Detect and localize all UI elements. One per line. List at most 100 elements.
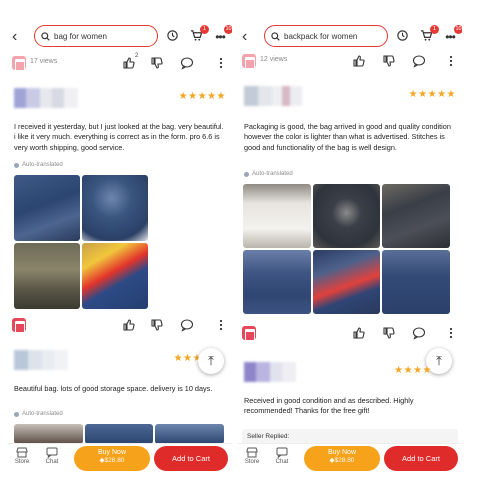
bottom-action-bar: Store Chat Buy Now ◆$28.80 Add to Cart — [8, 443, 232, 473]
reviewer-header: ★★★★ — [238, 360, 462, 386]
store-button[interactable]: Store — [10, 447, 34, 465]
right-phone-screen: ‹ backpack for women 1 ••• 10 12 views ★… — [238, 18, 462, 473]
cart-badge: 1 — [430, 25, 439, 34]
history-icon[interactable] — [164, 29, 180, 45]
kebab-menu-icon[interactable] — [214, 318, 228, 332]
review-photo[interactable] — [243, 184, 311, 248]
review-photo[interactable] — [312, 250, 381, 314]
reviewer-header: ★★★★★ — [8, 86, 232, 112]
cart-icon[interactable]: 1 — [188, 25, 209, 45]
history-icon[interactable] — [394, 29, 410, 45]
cart-icon[interactable]: 1 — [418, 25, 439, 45]
avatar — [14, 350, 78, 370]
thumbs-up-icon[interactable] — [352, 54, 366, 68]
buy-now-label: Buy Now — [327, 449, 356, 456]
auto-translated-label: Auto-translated — [244, 171, 293, 177]
rating-stars: ★★★★★ — [408, 89, 456, 100]
review-actions-top: 17 views 2 — [8, 53, 232, 75]
review-photos — [14, 424, 224, 444]
review-text: I received it yesterday, but I just look… — [14, 122, 224, 152]
thumbs-up-icon[interactable] — [122, 318, 136, 332]
chat-button[interactable]: Chat — [40, 447, 64, 465]
reviewer-header: ★★★★★ — [238, 84, 462, 110]
rating-stars: ★★★★ — [394, 365, 432, 376]
search-query: backpack for women — [284, 31, 358, 41]
auto-translated-text: Auto-translated — [22, 411, 63, 417]
store-icon — [242, 54, 256, 69]
buy-now-price: ◆$28.80 — [99, 457, 125, 464]
add-to-cart-button[interactable]: Add to Cart — [154, 446, 228, 471]
comment-icon[interactable] — [412, 54, 426, 68]
comment-icon[interactable] — [180, 56, 194, 70]
more-icon[interactable]: ••• 10 — [212, 25, 232, 45]
left-phone-screen: ‹ bag for women 1 ••• 10 17 views 2 ★★★★… — [8, 18, 232, 473]
store-label: Store — [14, 459, 30, 465]
comment-icon[interactable] — [412, 326, 426, 340]
cart-badge: 1 — [200, 25, 209, 34]
search-field[interactable]: backpack for women — [264, 25, 388, 47]
more-icon[interactable]: ••• 10 — [442, 25, 462, 45]
header: ‹ backpack for women 1 ••• 10 — [238, 24, 462, 50]
chat-icon — [276, 447, 288, 458]
kebab-menu-icon[interactable] — [214, 56, 228, 70]
review-photo[interactable] — [14, 175, 80, 241]
store-icon — [12, 318, 26, 333]
thumbs-up-icon[interactable]: 2 — [122, 53, 139, 70]
store-icon — [242, 326, 256, 341]
bottom-action-bar: Store Chat Buy Now ◆$28.80 Add to Cart — [238, 443, 462, 473]
chat-label: Chat — [275, 459, 289, 465]
auto-translated-label: Auto-translated — [14, 411, 63, 417]
add-to-cart-button[interactable]: Add to Cart — [384, 446, 458, 471]
comment-icon[interactable] — [180, 318, 194, 332]
kebab-menu-icon[interactable] — [444, 326, 458, 340]
like-count: 2 — [135, 53, 139, 59]
thumbs-up-icon[interactable] — [352, 326, 366, 340]
chat-button[interactable]: Chat — [270, 447, 294, 465]
thumbs-down-icon[interactable] — [150, 318, 164, 332]
thumbs-down-icon[interactable] — [150, 56, 164, 70]
more-badge: 10 — [454, 25, 462, 34]
store-icon — [12, 56, 26, 71]
chat-icon — [46, 447, 58, 458]
store-label: Store — [244, 459, 260, 465]
search-icon — [271, 31, 280, 41]
view-count: 12 views — [260, 56, 288, 63]
avatar — [14, 88, 78, 108]
buy-now-button[interactable]: Buy Now ◆$28.80 — [304, 446, 380, 471]
scroll-top-icon[interactable]: ⤒ — [198, 348, 224, 374]
back-arrow-icon[interactable]: ‹ — [12, 28, 26, 46]
review-text: Packaging is good, the bag arrived in go… — [244, 122, 451, 152]
review-photo[interactable] — [14, 424, 83, 444]
auto-translated-text: Auto-translated — [252, 171, 293, 177]
review-photo[interactable] — [382, 184, 450, 248]
avatar — [244, 362, 308, 382]
review-photo[interactable] — [155, 424, 224, 444]
search-field[interactable]: bag for women — [34, 25, 158, 47]
store-icon — [246, 447, 258, 458]
review-actions-top: 12 views — [238, 51, 462, 73]
search-icon — [41, 31, 50, 41]
review-photos — [14, 175, 148, 309]
review-photo[interactable] — [14, 243, 80, 309]
review-photo[interactable] — [382, 250, 450, 314]
avatar — [244, 86, 308, 106]
review-text: Received in good condition and as descri… — [244, 396, 414, 416]
review-photo[interactable] — [312, 184, 381, 248]
thumbs-down-icon[interactable] — [382, 326, 396, 340]
review-photo[interactable] — [84, 424, 154, 444]
kebab-menu-icon[interactable] — [444, 54, 458, 68]
review-photo[interactable] — [243, 250, 311, 314]
header: ‹ bag for women 1 ••• 10 — [8, 24, 232, 50]
store-icon — [16, 447, 28, 458]
more-badge: 10 — [224, 25, 232, 34]
auto-translated-text: Auto-translated — [22, 162, 63, 168]
buy-now-button[interactable]: Buy Now ◆$28.80 — [74, 446, 150, 471]
review-photo[interactable] — [82, 175, 148, 241]
auto-translated-label: Auto-translated — [14, 162, 63, 168]
review-actions-bottom — [8, 315, 232, 337]
review-photo[interactable] — [82, 243, 148, 309]
buy-now-price: ◆$28.80 — [329, 457, 355, 464]
back-arrow-icon[interactable]: ‹ — [242, 28, 256, 46]
thumbs-down-icon[interactable] — [382, 54, 396, 68]
store-button[interactable]: Store — [240, 447, 264, 465]
